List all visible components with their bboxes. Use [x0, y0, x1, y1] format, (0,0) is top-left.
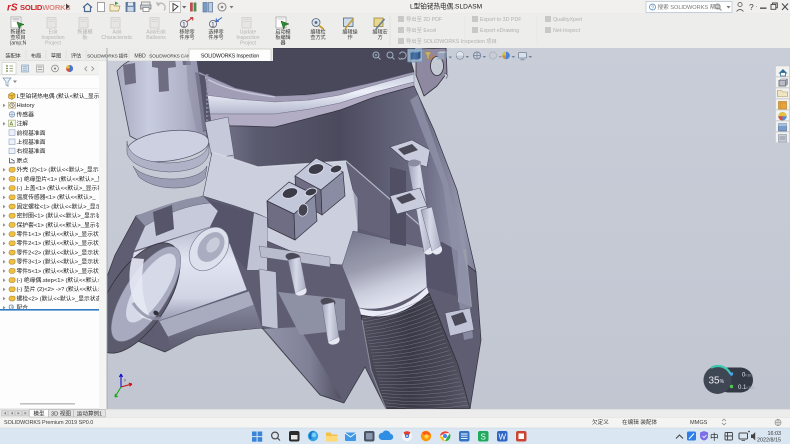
svg-text:SOLIDWORKS Premium 2019 SP0.0: SOLIDWORKS Premium 2019 SP0.0 — [4, 420, 93, 426]
svg-text:温度传感器<1> (默认<<默认>_: 温度传感器<1> (默认<<默认>_ — [17, 193, 97, 201]
svg-text:固定螺栓<1> (默认<<默认>_显示: 固定螺栓<1> (默认<<默认>_显示 — [17, 202, 102, 210]
svg-text:QualityXpert: QualityXpert — [553, 17, 583, 23]
svg-text:前视基准面: 前视基准面 — [17, 129, 46, 137]
svg-text:密封圈<1> (默认<<默认>_显示状: 密封圈<1> (默认<<默认>_显示状 — [17, 212, 102, 220]
svg-text:注解: 注解 — [17, 120, 29, 128]
svg-text:运动算例1: 运动算例1 — [77, 410, 103, 418]
svg-text:搜索 SOLIDWORKS 帮助: 搜索 SOLIDWORKS 帮助 — [658, 3, 722, 11]
svg-text:Project: Project — [240, 41, 256, 47]
svg-text:y: y — [124, 377, 126, 382]
svg-text:保护套<1> (默认<<默认>_显示状: 保护套<1> (默认<<默认>_显示状 — [17, 221, 102, 229]
svg-text:rS: rS — [7, 3, 18, 14]
svg-text:导出至 SOLIDWORKS Inspection 项目: 导出至 SOLIDWORKS Inspection 项目 — [406, 37, 497, 45]
svg-text:外壳 (2)<1> (默认<<默认>_显示状: 外壳 (2)<1> (默认<<默认>_显示状 — [17, 166, 105, 174]
svg-text:板: 板 — [82, 34, 87, 41]
svg-text:传感器: 传感器 — [17, 110, 35, 118]
svg-text:A: A — [10, 122, 14, 128]
svg-text:Export eDrawing: Export eDrawing — [480, 28, 519, 34]
svg-text:SOLIDWORKS: SOLIDWORKS — [20, 3, 70, 12]
svg-text:2022/8/15: 2022/8/15 — [757, 438, 781, 444]
svg-text:上视基准面: 上视基准面 — [17, 138, 46, 146]
svg-text:导出至 Excel: 导出至 Excel — [406, 26, 436, 34]
svg-text:?: ? — [651, 5, 654, 11]
svg-text:?: ? — [749, 2, 754, 12]
svg-text:(amp;N: (amp;N — [10, 41, 27, 47]
svg-text:评估: 评估 — [71, 52, 81, 60]
svg-text:原点: 原点 — [17, 156, 29, 164]
svg-text:零件2<2> (默认<<默认>_显示状态: 零件2<2> (默认<<默认>_显示状态 — [17, 248, 105, 256]
svg-text:MBD: MBD — [134, 54, 146, 60]
svg-text:在编辑 装配体: 在编辑 装配体 — [622, 418, 658, 426]
svg-text:Export to 3D PDF: Export to 3D PDF — [480, 17, 522, 23]
svg-text:螺栓<2> (默认<<默认>_显示状态: 螺栓<2> (默认<<默认>_显示状态 — [17, 294, 102, 302]
svg-text:布局: 布局 — [31, 52, 41, 60]
svg-text:3D 视图: 3D 视图 — [51, 410, 71, 418]
svg-text:装配体: 装配体 — [5, 52, 21, 60]
svg-text:16:03: 16:03 — [768, 431, 782, 437]
svg-text:W: W — [499, 433, 507, 442]
svg-text:(-) 绝缘垫片<1> (默认<<默认>_显: (-) 绝缘垫片<1> (默认<<默认>_显 — [17, 175, 104, 183]
svg-text:零件5<1> (默认<<默认>_显示状态: 零件5<1> (默认<<默认>_显示状态 — [17, 267, 105, 275]
svg-text:零件1<1> (默认<<默认>_显示状态: 零件1<1> (默认<<默认>_显示状态 — [17, 230, 105, 238]
svg-text:(-) 绝缘偶.step<1> (默认<<默认>: (-) 绝缘偶.step<1> (默认<<默认> — [17, 276, 102, 284]
svg-text:Project: Project — [45, 41, 61, 47]
svg-text:导出至 2D PDF: 导出至 2D PDF — [406, 15, 443, 23]
svg-text:器: 器 — [280, 41, 285, 47]
svg-text:方: 方 — [377, 34, 382, 41]
svg-text:S: S — [481, 433, 486, 442]
svg-text:件序号: 件序号 — [208, 34, 223, 41]
svg-text:件序号: 件序号 — [179, 34, 194, 41]
svg-text:SOLIDWORKS CAM: SOLIDWORKS CAM — [149, 54, 191, 60]
svg-text:Net-Inspect: Net-Inspect — [553, 28, 581, 34]
svg-text:查方式: 查方式 — [310, 34, 325, 41]
svg-text:中: 中 — [710, 432, 719, 442]
svg-text:零件2<1> (默认<<默认>_显示状态: 零件2<1> (默认<<默认>_显示状态 — [17, 239, 105, 247]
svg-text:(-) 垫片 (2)<2> ->? (默认<<默认>: (-) 垫片 (2)<2> ->? (默认<<默认> — [17, 285, 102, 293]
svg-text:欠定义: 欠定义 — [592, 418, 609, 426]
svg-text:草图: 草图 — [51, 52, 61, 60]
svg-text:零件3<1> (默认<<默认>_显示状态: 零件3<1> (默认<<默认>_显示状态 — [17, 258, 105, 266]
svg-text:模型: 模型 — [33, 410, 45, 418]
svg-text:SOLIDWORKS Inspection: SOLIDWORKS Inspection — [201, 54, 259, 60]
svg-text:L型铂铑热电偶.SLDASM: L型铂铑热电偶.SLDASM — [410, 2, 482, 11]
svg-text:SOLIDWORKS 插件: SOLIDWORKS 插件 — [87, 53, 128, 60]
svg-text:Balloons: Balloons — [146, 35, 166, 41]
svg-text:(-) 上盖<1> (默认<<默认>_显示状: (-) 上盖<1> (默认<<默认>_显示状 — [17, 184, 104, 192]
svg-text:Characteristic: Characteristic — [101, 35, 133, 41]
svg-text:右视基准面: 右视基准面 — [17, 147, 46, 155]
svg-text:History: History — [17, 103, 35, 109]
svg-text:·: · — [756, 4, 758, 10]
svg-text:作: 作 — [347, 34, 352, 41]
svg-text:MMGS: MMGS — [690, 420, 708, 426]
